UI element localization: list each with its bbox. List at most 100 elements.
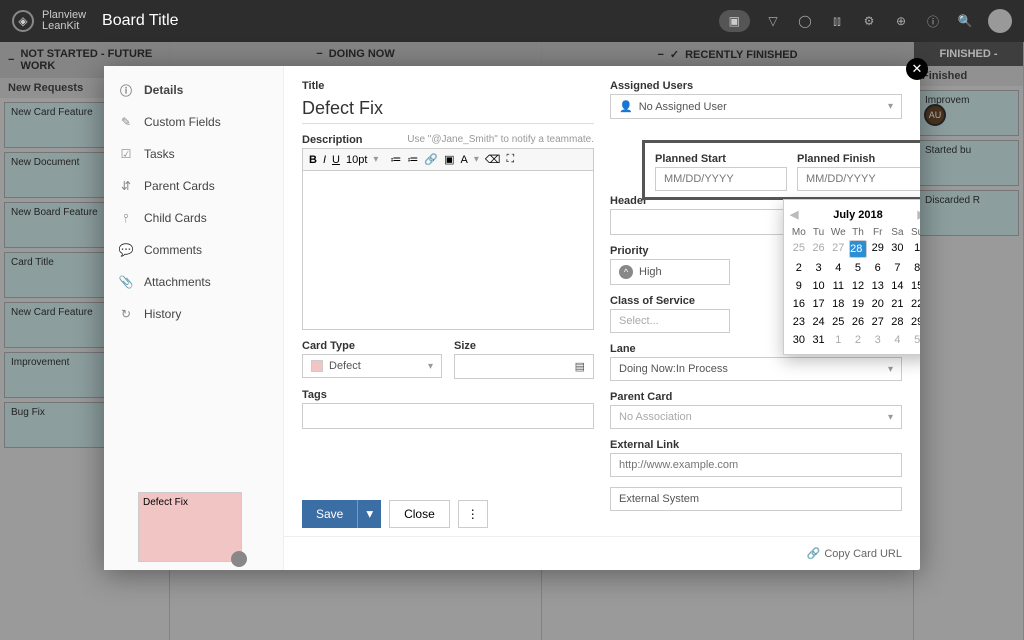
assigned-select[interactable]: 👤No Assigned User▾ <box>610 94 902 119</box>
cal-day[interactable]: 9 <box>790 278 808 294</box>
cal-day[interactable]: 31 <box>810 332 828 348</box>
cal-prev-button[interactable]: ◀ <box>790 208 798 221</box>
title-value[interactable]: Defect Fix <box>302 94 594 123</box>
clear-format-icon[interactable]: ⌫ <box>485 153 501 166</box>
cal-day[interactable]: 11 <box>829 278 847 294</box>
description-editor[interactable] <box>302 170 594 330</box>
planned-finish-input[interactable] <box>797 167 920 191</box>
cal-day[interactable]: 15 <box>908 278 920 294</box>
cal-day[interactable]: 6 <box>869 260 887 276</box>
side-tab-attachments[interactable]: 📎Attachments <box>104 266 283 298</box>
cal-day[interactable]: 22 <box>908 296 920 312</box>
save-button[interactable]: Save <box>302 500 357 528</box>
cal-day[interactable]: 26 <box>849 314 867 330</box>
save-menu-button[interactable]: ▾ <box>357 500 381 528</box>
logo: ◈ Planview LeanKit <box>12 10 86 32</box>
cal-day[interactable]: 5 <box>908 332 920 348</box>
side-icon: 💬 <box>118 242 134 258</box>
cal-day[interactable]: 29 <box>908 314 920 330</box>
side-tab-parent-cards[interactable]: ⇵Parent Cards <box>104 170 283 202</box>
cal-day[interactable]: 16 <box>790 296 808 312</box>
description-hint: Use "@Jane_Smith" to notify a teammate. <box>407 134 594 146</box>
cal-day[interactable]: 2 <box>790 260 808 276</box>
parent-select[interactable]: No Association▾ <box>610 405 902 429</box>
user-avatar[interactable] <box>988 9 1012 33</box>
side-tab-comments[interactable]: 💬Comments <box>104 234 283 266</box>
card-type-select[interactable]: Defect▾ <box>302 354 442 378</box>
planned-start-input[interactable] <box>655 167 787 191</box>
cal-day[interactable]: 27 <box>869 314 887 330</box>
cal-day[interactable]: 10 <box>810 278 828 294</box>
cal-day[interactable]: 3 <box>869 332 887 348</box>
cal-day[interactable]: 8 <box>908 260 920 276</box>
cal-day[interactable]: 21 <box>889 296 907 312</box>
cal-day[interactable]: 3 <box>810 260 828 276</box>
cal-day[interactable]: 18 <box>829 296 847 312</box>
side-tab-history[interactable]: ↻History <box>104 298 283 330</box>
search-icon[interactable]: 🔍 <box>956 12 974 30</box>
modal-left-column: Title Defect Fix DescriptionUse "@Jane_S… <box>302 80 594 528</box>
cal-day[interactable]: 19 <box>849 296 867 312</box>
cos-select[interactable]: Select... <box>610 309 730 333</box>
close-button[interactable]: Close <box>389 500 450 528</box>
cal-day[interactable]: 20 <box>869 296 887 312</box>
link-icon[interactable]: 🔗 <box>424 153 438 166</box>
chart-icon[interactable]: ⫾⫾ <box>828 12 846 30</box>
cal-day[interactable]: 7 <box>889 260 907 276</box>
gear-icon[interactable]: ⚙ <box>860 12 878 30</box>
cal-day[interactable]: 5 <box>849 260 867 276</box>
cal-day[interactable]: 30 <box>889 240 907 258</box>
close-modal-button[interactable]: ✕ <box>906 58 928 80</box>
cal-day[interactable]: 4 <box>829 260 847 276</box>
font-size-select[interactable]: 10pt <box>346 154 367 166</box>
header-pill-button[interactable]: ▣ <box>719 10 750 32</box>
side-tab-child-cards[interactable]: ⫯Child Cards <box>104 202 283 234</box>
extlink-label: External Link <box>610 439 902 451</box>
filter-icon[interactable]: ▽ <box>764 12 782 30</box>
underline-button[interactable]: U <box>332 154 340 166</box>
image-icon[interactable]: ▣ <box>444 153 454 166</box>
cal-day[interactable]: 28 <box>849 240 867 258</box>
italic-button[interactable]: I <box>323 154 326 166</box>
copy-card-url[interactable]: 🔗Copy Card URL <box>807 547 902 560</box>
side-tab-details[interactable]: ⓘDetails <box>104 74 283 106</box>
side-icon: ✎ <box>118 114 134 130</box>
side-tab-custom-fields[interactable]: ✎Custom Fields <box>104 106 283 138</box>
cal-day[interactable]: 17 <box>810 296 828 312</box>
more-actions-button[interactable]: ⋮ <box>458 500 488 528</box>
cal-day[interactable]: 13 <box>869 278 887 294</box>
cal-day[interactable]: 27 <box>829 240 847 258</box>
cal-day[interactable]: 28 <box>889 314 907 330</box>
size-input[interactable]: ▤ <box>454 354 594 379</box>
cal-day[interactable]: 30 <box>790 332 808 348</box>
tags-input[interactable] <box>302 403 594 429</box>
cal-day[interactable]: 24 <box>810 314 828 330</box>
cal-day[interactable]: 29 <box>869 240 887 258</box>
brand-line2: LeanKit <box>42 21 86 32</box>
info-icon[interactable]: ⓘ <box>924 12 942 30</box>
cal-day[interactable]: 1 <box>908 240 920 258</box>
cal-day[interactable]: 26 <box>810 240 828 258</box>
modal-right-column: Assigned Users 👤No Assigned User▾ Planne… <box>610 80 902 528</box>
priority-select[interactable]: ^High <box>610 259 730 285</box>
cal-day[interactable]: 1 <box>829 332 847 348</box>
settings2-icon[interactable]: ◯ <box>796 12 814 30</box>
side-icon: ↻ <box>118 306 134 322</box>
cal-day[interactable]: 12 <box>849 278 867 294</box>
external-system[interactable]: External System <box>610 487 902 511</box>
cal-day[interactable]: 14 <box>889 278 907 294</box>
board-title: Board Title <box>102 12 178 30</box>
cal-day[interactable]: 23 <box>790 314 808 330</box>
cal-day[interactable]: 25 <box>790 240 808 258</box>
cal-day[interactable]: 25 <box>829 314 847 330</box>
side-tab-tasks[interactable]: ☑Tasks <box>104 138 283 170</box>
add-user-icon[interactable]: ⊕ <box>892 12 910 30</box>
extlink-input[interactable] <box>610 453 902 477</box>
lane-select[interactable]: Doing Now:In Process▾ <box>610 357 902 381</box>
cal-day[interactable]: 4 <box>889 332 907 348</box>
bold-button[interactable]: B <box>309 154 317 166</box>
cal-next-button[interactable]: ▶ <box>918 208 920 221</box>
cal-day[interactable]: 2 <box>849 332 867 348</box>
fullscreen-icon[interactable]: ⛶ <box>506 153 514 166</box>
logo-icon: ◈ <box>12 10 34 32</box>
